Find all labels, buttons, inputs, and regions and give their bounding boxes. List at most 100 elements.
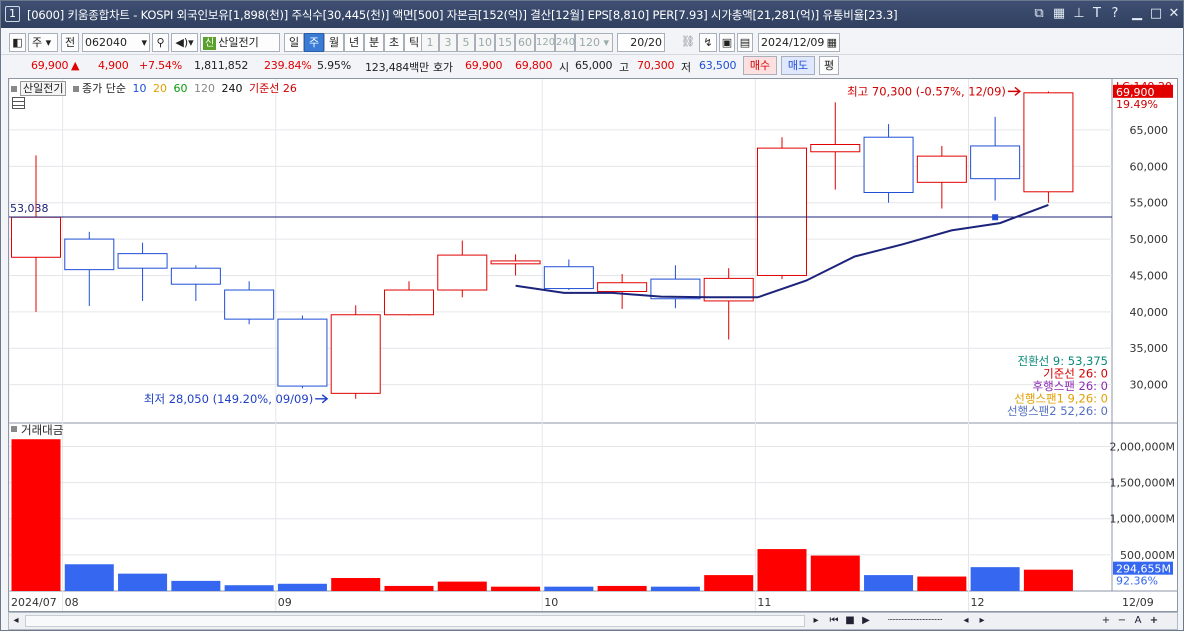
legend-ma-60[interactable]: 60	[173, 82, 187, 95]
volume: 1,811,852	[194, 59, 249, 72]
period-second-tab[interactable]: 초	[384, 33, 404, 52]
volume-bar	[864, 575, 914, 591]
legend-indicator[interactable]: 종가 단순	[82, 82, 126, 95]
date-label: 11	[757, 596, 771, 609]
table-toggle-icon[interactable]	[12, 97, 25, 109]
legend-ma-240[interactable]: 240	[221, 82, 242, 95]
date-input[interactable]: 2024/12/09 ▦	[758, 33, 840, 52]
period-week-tab[interactable]: 주	[304, 33, 324, 52]
candle-body	[224, 289, 275, 320]
buy-button[interactable]: 매수	[743, 56, 777, 75]
candle-body	[756, 147, 808, 276]
volume-bar	[64, 564, 114, 591]
legend-ma-20[interactable]: 20	[153, 82, 167, 95]
interval-select[interactable]: 120 ▾	[575, 33, 613, 52]
price-tick-label: 35,000	[1130, 342, 1169, 355]
legend-ma-120[interactable]: 120	[194, 82, 215, 95]
date-label: 2024/07	[11, 596, 57, 609]
interval-10[interactable]: 10	[475, 33, 495, 52]
volume-bar	[11, 439, 61, 591]
count-input[interactable]: 20/20	[617, 33, 665, 52]
candle-body	[1023, 92, 1074, 193]
stop-icon[interactable]: ■	[843, 614, 857, 628]
current-price: 69,900	[31, 59, 69, 72]
trade-amount: 123,484백만	[365, 61, 429, 74]
price-tick-label: 55,000	[1130, 197, 1169, 210]
interval-3[interactable]: 3	[439, 33, 457, 52]
volume-percent-label: 92.36%	[1116, 575, 1158, 588]
interval-15[interactable]: 15	[495, 33, 515, 52]
chart-tool-icon[interactable]: ↯	[699, 33, 717, 52]
volume-pane-title: 거래대금	[21, 423, 63, 437]
scroll-track[interactable]	[25, 615, 805, 627]
legend-base-line[interactable]: 기준선 26	[249, 82, 297, 95]
candle-body	[597, 282, 648, 292]
volume-bar	[171, 580, 221, 591]
hoga-label: 호가	[433, 61, 453, 74]
search-icon[interactable]: ⚲	[152, 33, 169, 52]
close-icon[interactable]: ✕	[1166, 6, 1182, 22]
change-amount: 4,900	[98, 59, 129, 72]
auto-scale-button[interactable]: A	[1131, 614, 1145, 628]
candle-body	[170, 267, 221, 285]
interval-1[interactable]: 1	[421, 33, 439, 52]
table-icon[interactable]: ▤	[737, 33, 753, 52]
eval-button[interactable]: 평	[819, 56, 839, 75]
first-page-icon[interactable]: ⏮	[827, 614, 841, 628]
help-icon[interactable]: ?	[1107, 6, 1123, 22]
pin-icon[interactable]: ⊥	[1071, 6, 1087, 22]
candle-body	[863, 136, 914, 194]
price-tick-label: 45,000	[1130, 269, 1169, 282]
low-arrow-icon	[315, 394, 329, 404]
window-number[interactable]: 1	[5, 6, 20, 22]
calendar-icon[interactable]: ▦	[827, 34, 837, 51]
period-month-tab[interactable]: 월	[324, 33, 344, 52]
volume-bar	[277, 583, 327, 591]
period-minute-tab[interactable]: 분	[364, 33, 384, 52]
date-label: 09	[278, 596, 292, 609]
stock-code-input[interactable]: 062040 ▾	[82, 33, 150, 52]
maximize-icon[interactable]: □	[1148, 6, 1164, 22]
minimize-icon[interactable]: ▁	[1129, 6, 1145, 22]
scroll-left-icon[interactable]: ◂	[9, 614, 23, 628]
next-page-icon[interactable]: ▶	[859, 614, 873, 628]
new-badge: 신	[203, 37, 217, 50]
link-icon[interactable]: ⛓	[679, 33, 697, 52]
volume-bar	[118, 573, 168, 591]
interval-120[interactable]: 120	[535, 33, 555, 52]
reference-line-label: 53,038	[10, 202, 49, 215]
market-type2-button[interactable]: 전	[61, 33, 79, 52]
period-year-tab[interactable]: 년	[344, 33, 364, 52]
price-axis: 30,000 35,000 40,000 45,000 50,000 55,000 60,0…	[11, 124, 1175, 609]
nav-right-icon[interactable]: ▸	[975, 614, 989, 628]
legend-box-icon	[72, 86, 79, 92]
restore-layout-icon[interactable]: ⧉	[1031, 6, 1047, 22]
legend-ma-10[interactable]: 10	[132, 82, 146, 95]
zoom-in-button[interactable]: +	[1099, 614, 1113, 628]
period-day-tab[interactable]: 일	[284, 33, 304, 52]
save-icon[interactable]: ▣	[719, 33, 735, 52]
nav-left-icon[interactable]: ◂	[959, 614, 973, 628]
speaker-icon[interactable]: ◀)▾	[171, 33, 198, 52]
grid-icon[interactable]: ▦	[1051, 6, 1067, 22]
low-label: 저	[681, 61, 691, 74]
zoom-slider[interactable]: ┈┈┈┈┈┈┈┈┈	[875, 614, 955, 628]
date-label: 10	[544, 596, 558, 609]
candle-body	[277, 318, 328, 387]
market-type-select[interactable]: 주 ▾	[28, 33, 58, 52]
date-label: 12	[970, 596, 984, 609]
price-chart[interactable]: 30,000 35,000 40,000 45,000 50,000 55,000 60,0…	[9, 79, 1177, 611]
interval-5[interactable]: 5	[457, 33, 475, 52]
interval-60[interactable]: 60	[515, 33, 535, 52]
text-icon[interactable]: T	[1089, 6, 1105, 22]
scroll-right-icon[interactable]: ▸	[809, 614, 823, 628]
add-icon[interactable]: +	[1147, 614, 1161, 628]
sell-button[interactable]: 매도	[781, 56, 815, 75]
stock-name-field: 신 산일전기	[200, 33, 280, 52]
interval-240[interactable]: 240	[555, 33, 575, 52]
zoom-out-button[interactable]: −	[1115, 614, 1129, 628]
legend-stock-name[interactable]: 산일전기	[20, 81, 67, 96]
volume-tick-label: 500,000M	[1120, 549, 1175, 562]
chart-area[interactable]: 30,000 35,000 40,000 45,000 50,000 55,000 60,0…	[8, 78, 1178, 612]
layout-icon[interactable]: ◧	[9, 33, 26, 52]
